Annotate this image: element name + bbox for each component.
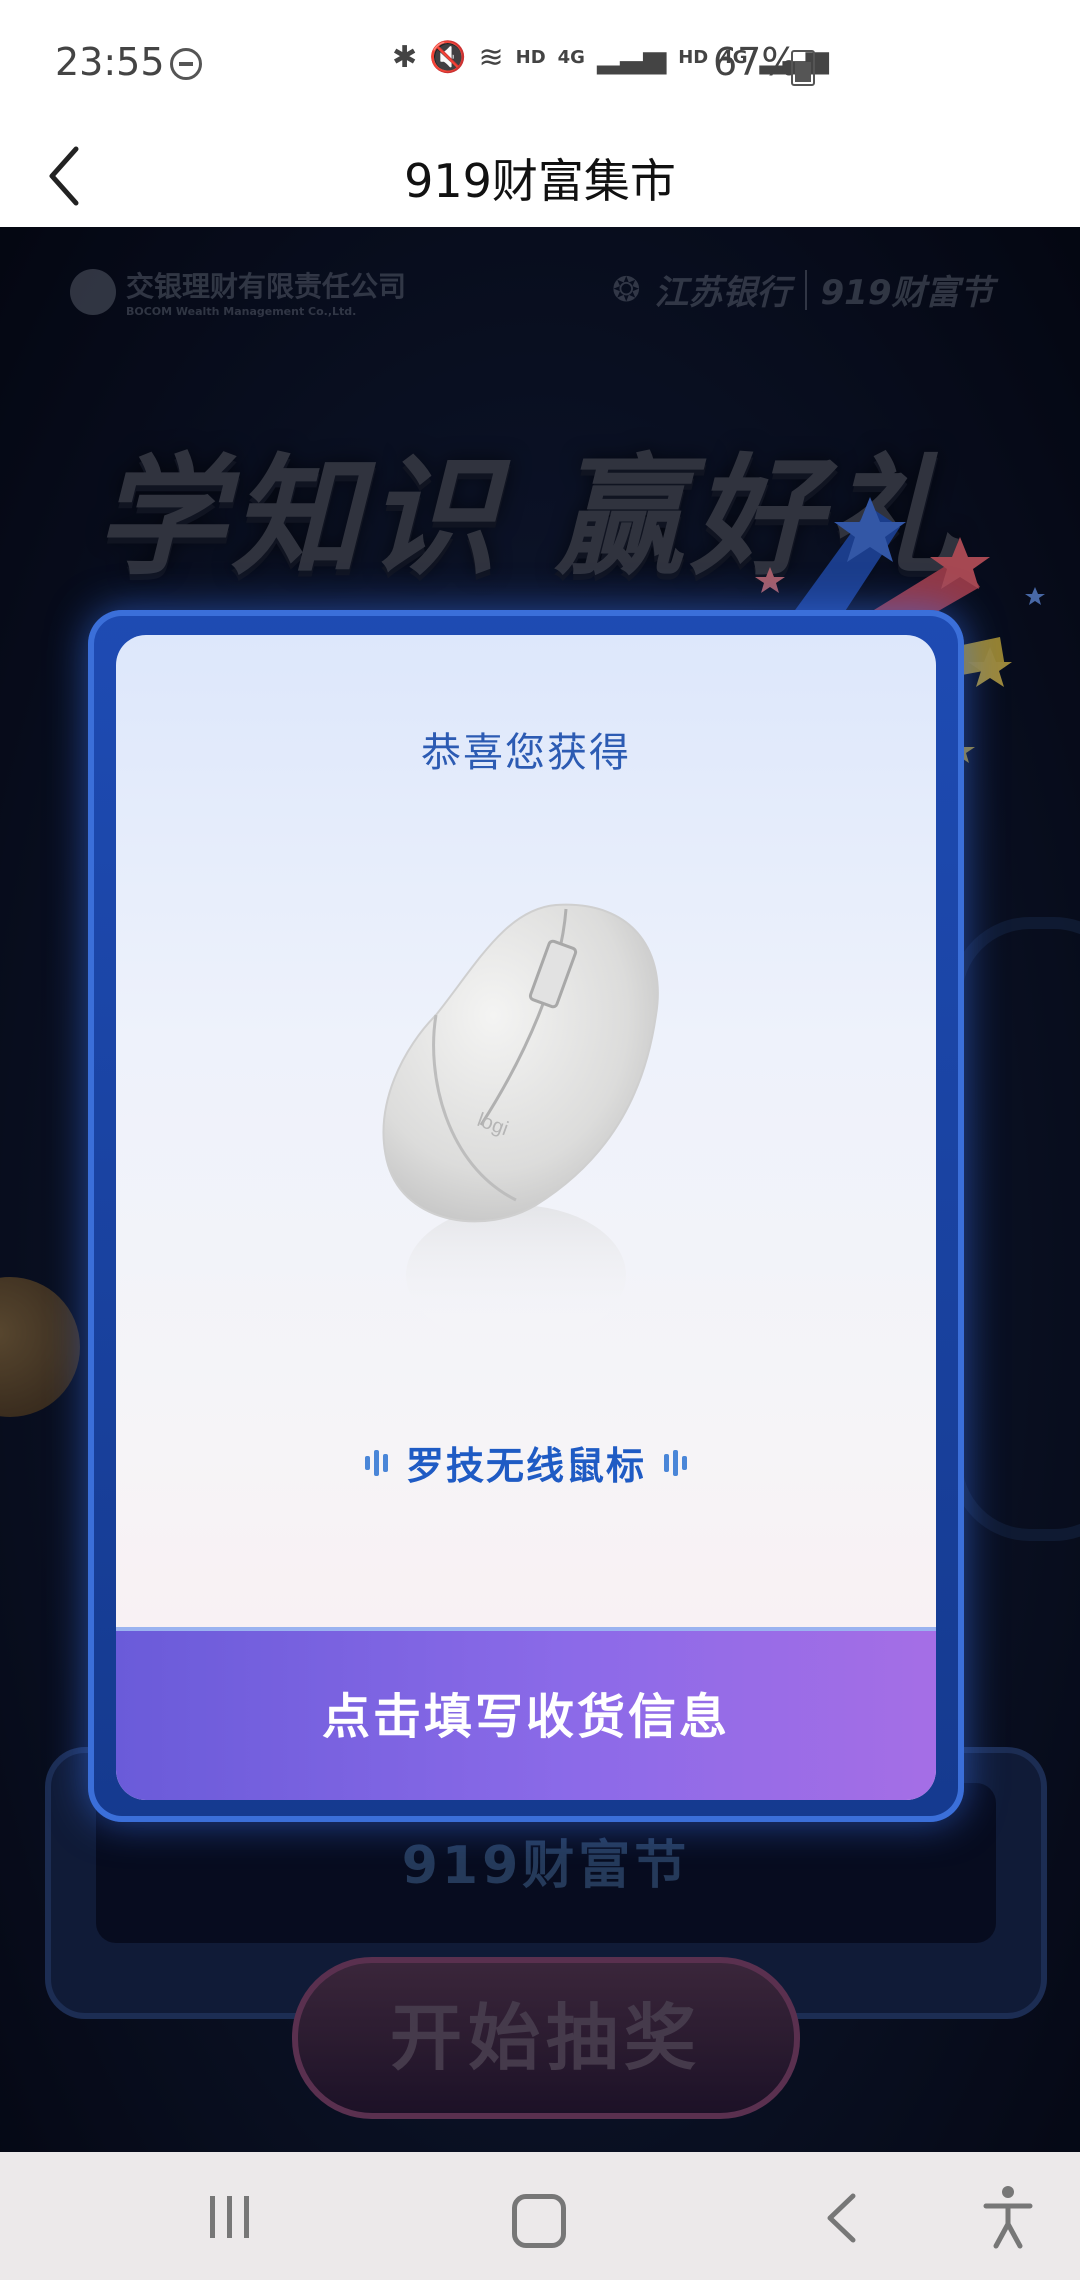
- home-icon[interactable]: [512, 2194, 566, 2248]
- accessibility-icon[interactable]: [980, 2182, 1036, 2250]
- prize-name: 罗技无线鼠标: [405, 1444, 646, 1488]
- status-time: 23:55: [55, 40, 165, 84]
- signal-icon: ▂▃▅: [596, 40, 667, 75]
- status-bar: 23:55 ✱ 🔇 ≋ HD 4G ▂▃▅ HD 4G ▂▃▅ 67%: [0, 0, 1080, 125]
- prize-card: 恭喜您获得 logi 罗技无线鼠标 点击填写收货信息: [116, 635, 936, 1800]
- system-nav-bar: [0, 2152, 1080, 2280]
- mute-icon: 🔇: [429, 40, 467, 75]
- do-not-disturb-icon: [170, 48, 202, 80]
- wireless-mouse-image: logi: [382, 903, 659, 1345]
- battery-icon: [791, 50, 815, 86]
- sound-wave-right-icon: [664, 1449, 687, 1476]
- nav-bar: 919财富集市: [0, 125, 1080, 227]
- prize-name-row: 罗技无线鼠标: [116, 1435, 936, 1490]
- back-icon[interactable]: [818, 2190, 868, 2246]
- bluetooth-icon: ✱: [392, 40, 418, 75]
- battery-percent: 67%: [713, 40, 798, 84]
- hd-label-2: HD: [678, 47, 709, 68]
- recent-apps-icon[interactable]: [210, 2196, 249, 2238]
- modal-title: 恭喜您获得: [421, 730, 631, 776]
- prize-modal: 恭喜您获得 logi 罗技无线鼠标 点击填写收货信息: [88, 610, 964, 1822]
- hd-label: HD: [515, 47, 546, 68]
- page-title: 919财富集市: [404, 154, 676, 208]
- fill-shipping-info-button[interactable]: 点击填写收货信息: [116, 1627, 936, 1800]
- sound-wave-left-icon: [364, 1449, 388, 1476]
- network-label: 4G: [557, 47, 585, 68]
- wifi-icon: ≋: [478, 40, 504, 75]
